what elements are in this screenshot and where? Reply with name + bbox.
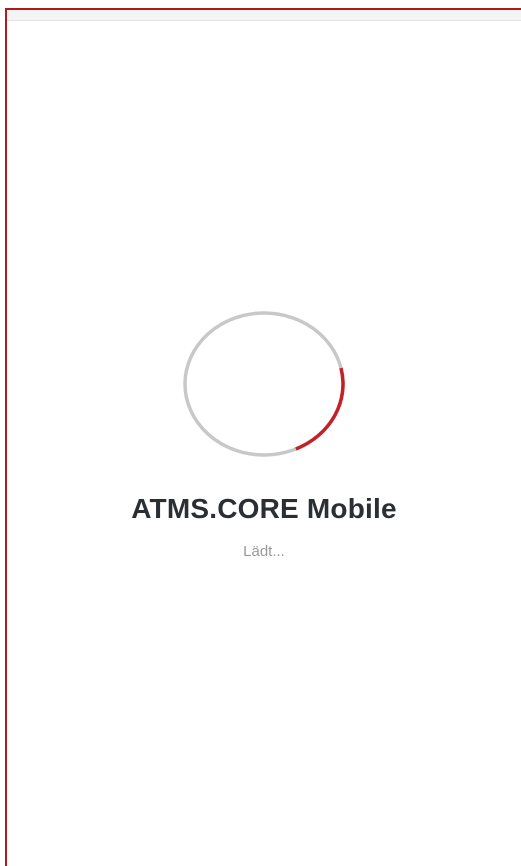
app-title: ATMS.CORE Mobile — [131, 493, 397, 524]
loading-spinner-icon — [183, 311, 345, 457]
loading-status-text: Lädt... — [243, 543, 285, 560]
top-strip — [7, 10, 521, 21]
app-frame: ATMS.CORE Mobile Lädt... — [5, 8, 521, 866]
page: ATMS.CORE Mobile Lädt... — [0, 0, 521, 866]
spinner-arc — [295, 367, 345, 451]
loading-screen: ATMS.CORE Mobile Lädt... — [7, 310, 521, 562]
